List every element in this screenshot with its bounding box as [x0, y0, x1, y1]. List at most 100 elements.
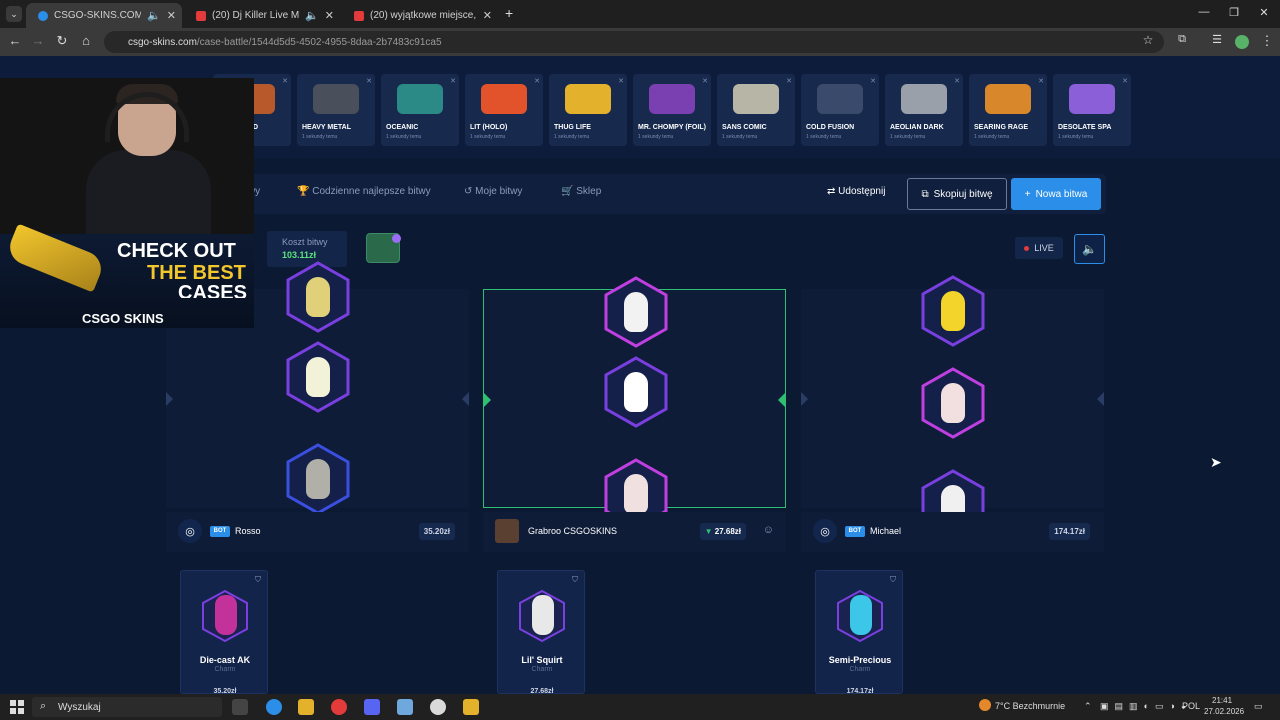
new-tab-icon[interactable]: + [505, 5, 513, 21]
case-info-icon[interactable]: ✕ [1038, 77, 1044, 85]
new-battle-button[interactable]: + Nowa bitwa [1011, 178, 1101, 210]
window-close-icon[interactable]: ✕ [1256, 6, 1272, 19]
case-info-icon[interactable]: ✕ [618, 77, 624, 85]
url-field[interactable]: csgo-skins.com/case-battle/1544d5d5-4502… [104, 31, 1164, 53]
clock-time: 21:41 [1212, 696, 1233, 705]
app-icon[interactable] [463, 699, 479, 715]
close-tab-icon[interactable]: ✕ [483, 9, 492, 22]
share-button[interactable]: ⇄ Udostępnij [827, 186, 885, 197]
copy-battle-button[interactable]: ⧉ Skopiuj bitwę [907, 178, 1007, 210]
avatar[interactable] [495, 519, 519, 543]
case-info-icon[interactable]: ✕ [954, 77, 960, 85]
close-tab-icon[interactable]: ✕ [167, 9, 176, 22]
charm-icon [306, 277, 330, 317]
won-item-card[interactable]: ⛉ Die-cast AK Charm 35.20zł [180, 570, 268, 694]
minimize-icon[interactable]: — [1196, 6, 1212, 18]
notepad-icon[interactable] [397, 699, 413, 715]
reel-item [920, 367, 986, 439]
charm-icon [624, 292, 648, 332]
obs-icon[interactable] [430, 699, 446, 715]
chrome-icon[interactable] [331, 699, 347, 715]
won-item-card[interactable]: ⛉ Semi-Precious Charm 174.17zł [815, 570, 903, 694]
back-icon[interactable]: ← [6, 33, 24, 48]
reel-left-marker-icon [484, 393, 491, 407]
case-card[interactable]: ✕ SEARING RAGE 1 sekundy temu [969, 74, 1047, 146]
bot-avatar-icon: ◎ [178, 519, 202, 543]
player-name: Michael [870, 526, 902, 536]
speaker-icon: 🔈 [1082, 242, 1097, 256]
address-bar: ← → ↻ ⌂ csgo-skins.com/case-battle/1544d… [0, 28, 1280, 56]
case-card[interactable]: ✕ THUG LIFE 1 sekundy temu [549, 74, 627, 146]
bot-badge: BOT [210, 526, 230, 537]
language-indicator[interactable]: POL [1182, 701, 1200, 711]
won-item-card[interactable]: ⛉ Lil' Squirt Charm 27.68zł [497, 570, 585, 694]
charm-icon [215, 595, 237, 635]
case-card[interactable]: ✕ HEAVY METAL 1 sekundy temu [297, 74, 375, 146]
taskbar-search[interactable]: Wyszukaj [32, 697, 222, 717]
browser-tab-2[interactable]: (20) Dj Killer Live Mix - Niec 🔈 ✕ [184, 3, 340, 28]
case-info-icon[interactable]: ✕ [366, 77, 372, 85]
case-card[interactable]: ✕ OCEANIC 1 sekundy temu [381, 74, 459, 146]
sound-toggle-button[interactable]: 🔈 [1074, 234, 1105, 264]
menu-item-shop[interactable]: 🛒 Sklep [561, 186, 601, 197]
reload-icon[interactable]: ↻ [53, 33, 71, 49]
tab-title: (20) wyjątkowe miejsce, wyjątk [370, 10, 477, 21]
media-icon[interactable]: ☰ [1208, 33, 1226, 46]
mouse-cursor-icon: ➤ [1210, 454, 1222, 470]
edge-icon[interactable] [266, 699, 282, 715]
player-name: Grabroo CSGOSKINS [528, 526, 618, 536]
case-card[interactable]: ✕ DESOLATE SPA 1 sekundy temu [1053, 74, 1131, 146]
browser-menu-icon[interactable]: ⋮ [1258, 33, 1276, 49]
forward-icon[interactable]: → [29, 33, 47, 48]
notification-icon[interactable]: ▭ [1254, 701, 1263, 712]
browser-tab-bar: ⌄ CSGO-SKINS.COM - Najlep 🔈 ✕ (20) Dj Ki… [0, 0, 1280, 28]
case-info-icon[interactable]: ✕ [282, 77, 288, 85]
windows-start-icon[interactable] [10, 700, 24, 714]
case-card[interactable]: ✕ MR. CHOMPY (FOIL) 1 sekundy temu [633, 74, 711, 146]
menu-item-daily-best[interactable]: 🏆 Codzienne najlepsze bitwy [297, 186, 431, 197]
shield-icon[interactable]: ⛉ [255, 575, 261, 585]
case-image [397, 84, 443, 114]
speaker-icon[interactable]: 🔈 [305, 9, 319, 22]
browser-tab-1[interactable]: CSGO-SKINS.COM - Najlep 🔈 ✕ [26, 3, 182, 28]
case-info-icon[interactable]: ✕ [534, 77, 540, 85]
charm-icon [624, 372, 648, 412]
case-info-icon[interactable]: ✕ [786, 77, 792, 85]
case-card[interactable]: ✕ SANS COMIC 1 sekundy temu [717, 74, 795, 146]
search-icon: ⌕ [40, 700, 47, 712]
emoji-icon[interactable]: ☺ [763, 524, 774, 536]
menu-item-my-battles[interactable]: ↺ Moje bitwy [464, 186, 522, 197]
tray-chevron-icon[interactable]: ⌃ [1084, 701, 1092, 712]
discord-icon[interactable] [364, 699, 380, 715]
tab-list-icon[interactable]: ⌄ [6, 6, 22, 22]
case-name: SANS COMIC [722, 124, 767, 131]
cart-icon: 🛒 [561, 186, 574, 197]
case-info-icon[interactable]: ✕ [450, 77, 456, 85]
case-info-icon[interactable]: ✕ [1122, 77, 1128, 85]
plus-icon: + [1024, 188, 1031, 200]
promo-line-1: CHECK OUT [117, 240, 236, 262]
task-view-icon[interactable] [232, 699, 248, 715]
close-tab-icon[interactable]: ✕ [325, 9, 334, 22]
shield-icon[interactable]: ⛉ [572, 575, 578, 585]
shield-icon[interactable]: ⛉ [890, 575, 896, 585]
case-card[interactable]: ✕ AEOLIAN DARK 1 sekundy temu [885, 74, 963, 146]
case-count-badge [392, 234, 401, 243]
restore-icon[interactable]: ❐ [1226, 6, 1242, 19]
live-dot-icon [1024, 245, 1030, 251]
home-icon[interactable]: ⌂ [77, 33, 95, 48]
case-card[interactable]: ✕ LIT (HOLO) 1 sekundy temu [465, 74, 543, 146]
extensions-icon[interactable]: ⧉ [1173, 33, 1191, 46]
case-info-icon[interactable]: ✕ [870, 77, 876, 85]
clock-date: 27.02.2026 [1204, 707, 1245, 716]
charm-icon [624, 474, 648, 514]
bookmark-star-icon[interactable]: ☆ [1139, 33, 1157, 47]
speaker-icon[interactable]: 🔈 [147, 9, 161, 22]
case-card[interactable]: ✕ COLD FUSION 1 sekundy temu [801, 74, 879, 146]
case-time: 1 sekundy temu [974, 134, 1010, 140]
browser-tab-3[interactable]: (20) wyjątkowe miejsce, wyjątk ✕ [342, 3, 498, 28]
profile-avatar[interactable] [1235, 35, 1249, 49]
case-info-icon[interactable]: ✕ [702, 77, 708, 85]
tray-icons[interactable]: ▣▤▥◐▭◑◒ [1100, 701, 1192, 712]
explorer-icon[interactable] [298, 699, 314, 715]
